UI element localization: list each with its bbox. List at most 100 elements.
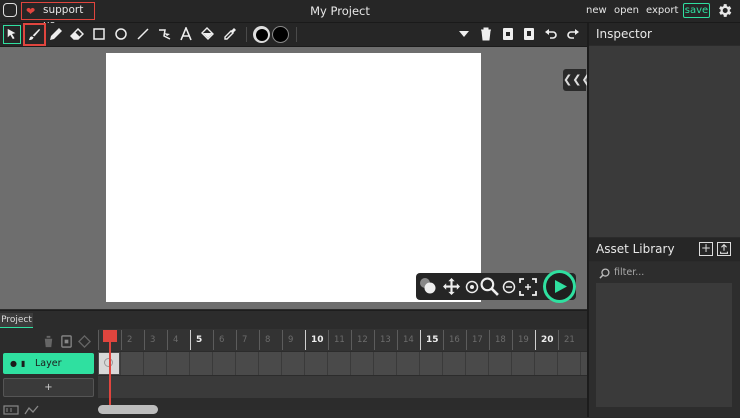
frame-tick-line [535, 330, 536, 350]
eyedropper-tool[interactable] [220, 23, 240, 45]
frame-tick-line [397, 330, 398, 350]
frame-cell-divider [373, 352, 374, 375]
onion-skin-icon[interactable] [419, 277, 437, 295]
frame-number[interactable]: 8 [265, 335, 270, 345]
frame-number[interactable]: 10 [311, 335, 324, 345]
fill-bucket-tool[interactable] [198, 23, 218, 45]
frame-cell-divider [304, 352, 305, 375]
add-layer-button[interactable]: + [3, 378, 94, 397]
frame-number[interactable]: 3 [150, 335, 155, 345]
eraser-tool[interactable] [67, 23, 87, 45]
frame-number[interactable]: 7 [242, 335, 247, 345]
menu-new[interactable]: new [586, 5, 607, 16]
asset-list[interactable] [596, 283, 732, 407]
zoom-fit-icon[interactable] [465, 280, 479, 294]
frame-number[interactable]: 6 [219, 335, 224, 345]
menu-export[interactable]: export [646, 5, 678, 16]
paste-icon [524, 28, 534, 40]
timeline-scrollbar[interactable] [98, 405, 158, 414]
line-tool[interactable] [133, 23, 153, 45]
frame-number[interactable]: 16 [449, 335, 460, 345]
undo-button[interactable] [541, 23, 561, 45]
zoom-icon[interactable] [480, 277, 499, 296]
frame-number[interactable]: 9 [288, 335, 293, 345]
copy-button[interactable] [498, 23, 518, 45]
frame-number[interactable]: 18 [495, 335, 506, 345]
frame-cell-divider [350, 352, 351, 375]
frame-number[interactable]: 21 [564, 335, 575, 345]
path-tool[interactable] [155, 23, 175, 45]
tab-project[interactable]: Project [0, 313, 33, 328]
frame-number[interactable]: 17 [472, 335, 483, 345]
fill-color-swatch[interactable] [272, 26, 289, 43]
select-icon [7, 28, 16, 40]
stroke-color-swatch[interactable] [253, 26, 270, 43]
menu-open[interactable]: open [614, 5, 639, 16]
delete-button[interactable] [476, 23, 496, 45]
frame-tick-line [489, 330, 490, 350]
frame-tick-line [420, 330, 421, 350]
frame-tick-line [236, 330, 237, 350]
frame-number[interactable]: 14 [403, 335, 414, 345]
frame-cell-divider [534, 352, 535, 375]
project-title: My Project [310, 4, 370, 18]
asset-filter-input[interactable]: filter... [597, 265, 731, 281]
ellipse-tool[interactable] [111, 23, 131, 45]
frame-number[interactable]: 19 [518, 335, 529, 345]
options-dropdown[interactable] [454, 23, 474, 45]
redo-icon [567, 29, 579, 39]
playhead[interactable] [109, 331, 111, 407]
visibility-icon[interactable]: ● [10, 353, 17, 374]
settings-gear-icon[interactable] [716, 2, 733, 19]
line-icon [137, 28, 149, 40]
frame-number[interactable]: 12 [357, 335, 368, 345]
frame-number[interactable]: 13 [380, 335, 391, 345]
frame-cell-divider [488, 352, 489, 375]
save-button[interactable]: save [683, 3, 710, 18]
inspector-panel [589, 46, 740, 237]
pan-move-icon[interactable] [443, 278, 460, 295]
zoom-out-icon[interactable] [502, 280, 516, 294]
collapse-panel-chevron-icon[interactable]: ❮❮❮ [563, 69, 591, 91]
select-tool[interactable] [3, 25, 21, 44]
frame-cell-divider [580, 352, 581, 375]
layer-item[interactable]: ● ▮ Layer [3, 353, 94, 374]
delete-layer-trash-icon[interactable] [42, 335, 55, 348]
rectangle-tool[interactable] [89, 23, 109, 45]
graph-view-icon[interactable] [24, 405, 40, 415]
copy-frame-icon[interactable] [60, 335, 73, 348]
pencil-icon [50, 28, 62, 40]
frame-number[interactable]: 15 [426, 335, 439, 345]
frame-number[interactable]: 20 [541, 335, 554, 345]
add-asset-button[interactable]: + [699, 242, 713, 256]
redo-button[interactable] [563, 23, 583, 45]
layer-name: Layer [35, 358, 62, 369]
brush-tool[interactable] [23, 23, 46, 46]
playhead-handle[interactable] [103, 330, 117, 342]
fullscreen-icon[interactable] [519, 278, 537, 296]
frame-cell-divider [120, 352, 121, 375]
pencil-tool[interactable] [46, 23, 66, 45]
frame-number[interactable]: 11 [334, 335, 345, 345]
text-tool[interactable] [176, 23, 196, 45]
paste-button[interactable] [519, 23, 539, 45]
undo-icon [545, 29, 557, 39]
frame-cell-divider [235, 352, 236, 375]
frame-tick-line [328, 330, 329, 350]
frame-tick-line [98, 330, 99, 350]
timeline-view-icon[interactable] [3, 405, 19, 415]
frame-cell-divider [258, 352, 259, 375]
copy-icon [503, 28, 513, 40]
frame-number[interactable]: 2 [127, 335, 132, 345]
play-button[interactable] [543, 270, 576, 303]
canvas-artboard[interactable] [106, 53, 481, 302]
keyframe-diamond-icon[interactable] [78, 335, 91, 348]
path-icon [159, 29, 171, 40]
frame-number[interactable]: 4 [173, 335, 178, 345]
upload-icon[interactable] [717, 242, 731, 256]
frame-number[interactable]: 5 [196, 335, 202, 345]
inspector-title: Inspector [589, 23, 740, 45]
frame-tick-line [167, 330, 168, 350]
layer-frames-row[interactable] [98, 352, 587, 375]
frame-cell-divider [212, 352, 213, 375]
